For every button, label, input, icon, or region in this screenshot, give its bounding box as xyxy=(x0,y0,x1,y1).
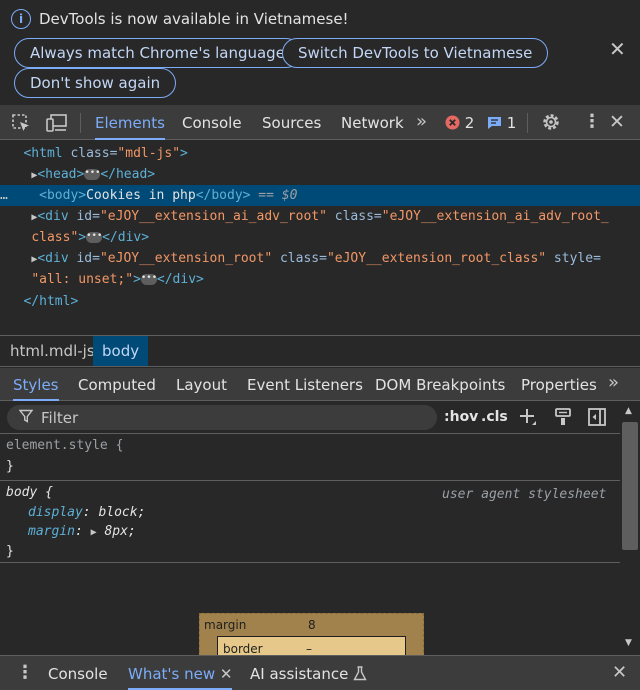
box-model-margin-value[interactable]: 8 xyxy=(308,618,316,632)
css-property-margin[interactable]: margin: ▶ 8px; xyxy=(28,522,136,541)
tab-event-listeners[interactable]: Event Listeners xyxy=(247,368,363,401)
filter-input[interactable] xyxy=(41,408,421,427)
collapsed-ellipsis-icon[interactable]: ••• xyxy=(140,274,157,285)
dom-node-body-selected[interactable]: … <body>Cookies in php</body> == $0 xyxy=(0,185,640,206)
drawer-tabbar: ⋮ Console What's new ✕ AI assistance ✕ xyxy=(0,655,640,690)
more-panes-icon[interactable]: » xyxy=(608,372,619,393)
styles-toolbar: :hov .cls xyxy=(0,402,620,434)
message-count-value: 1 xyxy=(506,114,517,132)
dom-node-html-close[interactable]: </html> xyxy=(0,291,640,312)
filter-field[interactable] xyxy=(7,405,437,430)
dom-node-html[interactable]: <html class="mdl-js"> xyxy=(0,143,640,164)
tab-layout[interactable]: Layout xyxy=(176,368,227,401)
device-toolbar-icon[interactable] xyxy=(46,113,68,137)
more-tabs-icon[interactable]: » xyxy=(416,111,427,132)
error-count-value: 2 xyxy=(464,114,475,132)
error-count[interactable]: 2 xyxy=(445,114,474,132)
breadcrumb: html.mdl-js body xyxy=(0,335,640,367)
tab-dom-breakpoints[interactable]: DOM Breakpoints xyxy=(375,368,505,401)
infobar-message: i DevTools is now available in Vietnames… xyxy=(11,9,349,29)
tab-properties[interactable]: Properties xyxy=(521,368,597,401)
styles-scrollbar[interactable]: ▲ ▼ xyxy=(620,402,640,655)
drawer-menu-icon[interactable]: ⋮ xyxy=(16,662,34,683)
dom-node-div-ai-adv-root[interactable]: ▶<div id="eJOY__extension_ai_adv_root" c… xyxy=(0,206,640,227)
main-tabbar: Elements Console Sources Network » 2 1 ⋮… xyxy=(0,105,640,140)
styles-tabbar: Styles Computed Layout Event Listeners D… xyxy=(0,368,640,401)
box-model-border-label: border xyxy=(223,642,263,656)
new-rule-plus-icon[interactable] xyxy=(518,407,538,431)
rule-selector: body { xyxy=(6,485,53,500)
inspect-element-icon[interactable] xyxy=(11,113,31,137)
close-infobar-icon[interactable]: ✕ xyxy=(609,39,626,59)
css-property-display[interactable]: display: block; xyxy=(28,503,145,522)
close-devtools-icon[interactable]: ✕ xyxy=(609,111,625,133)
switch-to-vietnamese-button[interactable]: Switch DevTools to Vietnamese xyxy=(282,38,549,68)
rule-selector: element.style { xyxy=(6,438,124,453)
tab-sources[interactable]: Sources xyxy=(262,105,321,140)
tab-console[interactable]: Console xyxy=(182,105,242,140)
language-infobar: i DevTools is now available in Vietnames… xyxy=(0,0,640,105)
dom-node-div-ai-adv-root-cont[interactable]: class">•••</div> xyxy=(0,227,640,248)
toggle-sidebar-icon[interactable] xyxy=(587,407,607,431)
hover-state-toggle[interactable]: :hov xyxy=(444,409,478,425)
toolbar-divider xyxy=(80,113,81,133)
scrollbar-thumb[interactable] xyxy=(622,422,638,550)
collapsed-ellipsis-icon[interactable]: ••• xyxy=(86,232,102,243)
rule-body[interactable]: body { user agent stylesheet display: bl… xyxy=(0,481,620,563)
class-toggle[interactable]: .cls xyxy=(481,409,508,425)
close-tab-icon[interactable]: ✕ xyxy=(220,665,233,683)
drawer-tab-ai-assistance[interactable]: AI assistance xyxy=(250,656,367,690)
infobar-message-text: DevTools is now available in Vietnamese! xyxy=(39,10,349,28)
tab-computed[interactable]: Computed xyxy=(78,368,156,401)
drawer-tab-console[interactable]: Console xyxy=(48,656,108,690)
more-options-icon[interactable]: ⋮ xyxy=(583,111,601,132)
box-model-border-value[interactable]: – xyxy=(306,642,312,656)
scroll-up-icon[interactable]: ▲ xyxy=(625,406,632,416)
message-count[interactable]: 1 xyxy=(487,114,516,132)
close-drawer-icon[interactable]: ✕ xyxy=(612,662,627,683)
dom-tree: <html class="mdl-js"> ▶<head>•••</head> … xyxy=(0,141,640,335)
filter-icon xyxy=(18,409,34,427)
rule-element-style[interactable]: element.style { } xyxy=(0,435,620,481)
flask-icon xyxy=(353,665,367,683)
toolbar-divider xyxy=(527,113,528,133)
dont-show-again-button[interactable]: Don't show again xyxy=(14,68,177,98)
box-model-margin-label: margin xyxy=(204,618,247,632)
dom-node-div-extension-root[interactable]: ▶<div id="eJOY__extension_root" class="e… xyxy=(0,248,640,269)
dom-node-head[interactable]: ▶<head>•••</head> xyxy=(0,164,640,185)
rule-source-link[interactable]: user agent stylesheet xyxy=(442,485,606,504)
tab-network[interactable]: Network xyxy=(341,105,404,140)
rule-close: } xyxy=(6,459,14,474)
color-format-paint-icon[interactable] xyxy=(554,407,572,431)
breadcrumb-body[interactable]: body xyxy=(93,336,149,366)
breadcrumb-html[interactable]: html.mdl-js xyxy=(1,336,104,366)
scroll-down-icon[interactable]: ▼ xyxy=(625,638,632,648)
always-match-language-button[interactable]: Always match Chrome's language xyxy=(14,38,301,68)
rule-close: } xyxy=(6,544,14,559)
tab-styles[interactable]: Styles xyxy=(13,368,59,401)
settings-gear-icon[interactable] xyxy=(541,112,561,136)
dom-node-div-extension-root-cont[interactable]: "all: unset;">•••</div> xyxy=(0,269,640,290)
drawer-tab-whats-new[interactable]: What's new ✕ xyxy=(128,656,233,690)
info-icon: i xyxy=(11,9,31,29)
collapsed-ellipsis-icon[interactable]: ••• xyxy=(84,169,101,180)
tab-elements[interactable]: Elements xyxy=(95,105,165,140)
